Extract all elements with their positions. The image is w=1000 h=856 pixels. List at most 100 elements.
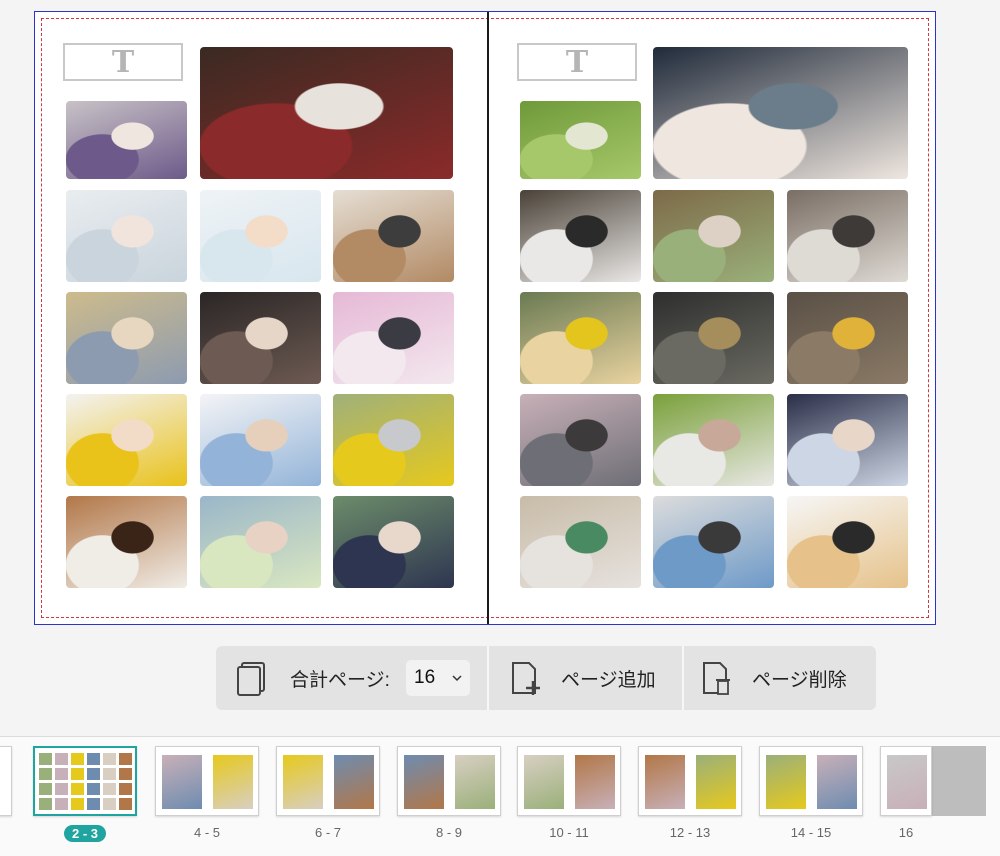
photo-baby-toy-walker[interactable]	[520, 496, 641, 588]
photo-baby-navy-hat[interactable]	[333, 496, 454, 588]
thumbnail-pages-8-9[interactable]	[397, 746, 501, 816]
thumbnail-mini-photo	[55, 783, 68, 795]
photo-toddler-gravel[interactable]	[787, 292, 908, 384]
thumbnail-mini-photo	[119, 753, 132, 765]
thumbnail-mini-photo	[696, 755, 736, 809]
photo-baby-bottle[interactable]	[653, 47, 908, 179]
thumbnail-mini-photo	[334, 755, 374, 809]
thumbnail-mini-photo	[39, 753, 52, 765]
photo-mother-dark-coat[interactable]	[200, 292, 321, 384]
add-page-label: ページ追加	[561, 670, 656, 691]
thumbnail-label: 14 - 15	[790, 825, 832, 840]
thumbnail-mini-photo	[87, 768, 100, 780]
photo-mother-baby-phone[interactable]	[787, 190, 908, 282]
photo-zoo-elephant[interactable]	[653, 190, 774, 282]
photo-baby-flower-field[interactable]	[200, 496, 321, 588]
photo-baby-yellow-shirt[interactable]	[66, 394, 187, 486]
total-pages-select[interactable]: 16	[406, 660, 470, 696]
left-title-placeholder[interactable]: T	[63, 43, 183, 81]
photo-cherry-blossom-family[interactable]	[520, 394, 641, 486]
photo-father-child-cap[interactable]	[787, 394, 908, 486]
photo-baby-pink-hat[interactable]	[333, 292, 454, 384]
thumbnail-mini-photo	[55, 768, 68, 780]
total-pages-label: 合計ページ:	[290, 670, 390, 691]
right-page[interactable]: T	[489, 12, 939, 624]
add-page-icon	[512, 662, 540, 695]
add-page-button[interactable]: ページ追加	[489, 646, 682, 710]
left-page[interactable]: T	[35, 12, 485, 624]
thumbnail-mini-photo	[55, 798, 68, 810]
photo-father-baby-white[interactable]	[200, 394, 321, 486]
thumbnail-mini-photo	[87, 783, 100, 795]
thumbnail-mini-photo	[119, 783, 132, 795]
photo-family-balcony[interactable]	[520, 190, 641, 282]
photo-baby-stuffed-toy[interactable]	[66, 292, 187, 384]
thumbnail-pages-10-11[interactable]	[517, 746, 621, 816]
thumbnail-mini-photo	[71, 798, 84, 810]
thumbnail-pages-12-13[interactable]	[638, 746, 742, 816]
photo-woman-green-park[interactable]	[653, 394, 774, 486]
thumbnail-mini-photo	[213, 755, 253, 809]
thumbnail-mini-photo	[404, 755, 444, 809]
total-pages-control: 合計ページ: 16	[216, 646, 486, 710]
photo-baby-held-up[interactable]	[66, 496, 187, 588]
thumbnail-mini-photo	[71, 783, 84, 795]
thumbnail-pages-14-15[interactable]	[759, 746, 863, 816]
photo-baby-on-lawn[interactable]	[520, 101, 641, 179]
thumbnail-mini-photo	[55, 753, 68, 765]
total-pages-value: 16	[414, 667, 436, 688]
thumbnail-mini-photo	[575, 755, 615, 809]
photo-baby-lying-pillow[interactable]	[66, 190, 187, 282]
thumbnail-pages-16[interactable]	[880, 746, 932, 816]
delete-page-label: ページ削除	[752, 670, 847, 691]
thumbnail-mini-photo	[71, 753, 84, 765]
thumbnail-label: 16	[898, 825, 914, 840]
thumbnail-mini-photo	[103, 768, 116, 780]
photo-mother-baby-grass[interactable]	[333, 394, 454, 486]
photobook-spread[interactable]: T T	[34, 11, 936, 625]
delete-page-icon	[703, 662, 730, 695]
thumbnail-label: 12 - 13	[669, 825, 711, 840]
thumbnail-mini-photo	[87, 798, 100, 810]
thumbnail-label: 4 - 5	[193, 825, 220, 840]
thumbnail-label: 10 - 11	[549, 825, 589, 840]
delete-page-button[interactable]: ページ削除	[684, 646, 876, 710]
thumbnail-mini-photo	[39, 768, 52, 780]
pages-stack-icon	[237, 662, 265, 696]
thumbnail-mini-photo	[119, 798, 132, 810]
thumbnail-pages-6-7[interactable]	[276, 746, 380, 816]
thumbnail-label: 6 - 7	[314, 825, 341, 840]
thumbnail-mini-photo	[119, 768, 132, 780]
thumbnail-mini-photo	[766, 755, 806, 809]
thumbnail-mini-photo	[39, 783, 52, 795]
thumbnail-mini-photo	[71, 768, 84, 780]
page-toolbar: 合計ページ: 16 ページ追加 ページ削除	[216, 646, 876, 710]
photo-mother-baby-room[interactable]	[333, 190, 454, 282]
strip-scroll-end	[930, 746, 986, 816]
thumbnail-cover-partial[interactable]	[0, 746, 12, 816]
thumbnail-mini-photo	[103, 753, 116, 765]
thumbnail-pages-2-3[interactable]	[33, 746, 137, 816]
thumbnail-label: 2 - 3	[64, 825, 107, 842]
page-thumbnail-strip[interactable]: 2 - 3 4 - 5 6 - 7 8 - 9 10 - 11 12 - 13 14 - 1…	[0, 736, 1000, 856]
photo-man-child-path[interactable]	[653, 292, 774, 384]
photo-child-lifted-sky[interactable]	[787, 496, 908, 588]
right-title-placeholder[interactable]: T	[517, 43, 637, 81]
thumbnail-mini-photo	[645, 755, 685, 809]
thumbnail-mini-photo	[103, 783, 116, 795]
thumbnail-mini-photo	[817, 755, 857, 809]
chevron-down-icon	[452, 675, 462, 682]
photo-birthday-banner[interactable]	[653, 496, 774, 588]
photo-baby-hina-dolls[interactable]	[200, 47, 453, 179]
photo-toddler-park-walk[interactable]	[520, 292, 641, 384]
thumbnail-label: 8 - 9	[435, 825, 462, 840]
photo-baby-sitting-purple-cushion[interactable]	[66, 101, 187, 179]
thumbnail-mini-photo	[103, 798, 116, 810]
thumbnail-mini-photo	[162, 755, 202, 809]
photo-baby-pale-blue-bg[interactable]	[200, 190, 321, 282]
thumbnail-mini-photo	[87, 753, 100, 765]
thumbnail-mini-photo	[283, 755, 323, 809]
thumbnail-mini-photo	[455, 755, 495, 809]
thumbnail-pages-4-5[interactable]	[155, 746, 259, 816]
thumbnail-mini-photo	[524, 755, 564, 809]
